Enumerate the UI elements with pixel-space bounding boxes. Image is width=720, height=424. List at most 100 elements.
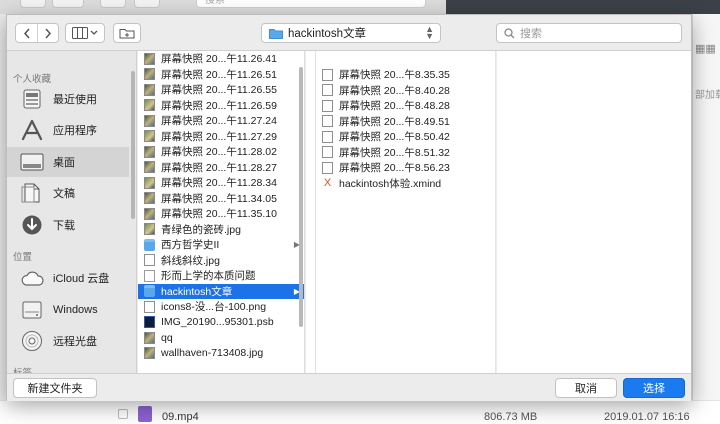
image-thumbnail-icon	[322, 84, 333, 97]
file-name: 形而上学的本质问题	[161, 270, 256, 283]
background-view-button	[20, 0, 46, 8]
sidebar-item-applications[interactable]: 应用程序	[7, 115, 129, 145]
file-row[interactable]: 屏幕快照 20...午8.50.42	[316, 129, 495, 145]
file-row[interactable]: 形而上学的本质问题	[138, 268, 304, 284]
file-name: 斜线斜纹.jpg	[161, 254, 220, 267]
background-file-row: 09.mp4 806.73 MB 2019.01.07 16:16	[0, 400, 720, 424]
background-right-pane: ▦▦ 部加载	[692, 14, 720, 400]
sidebar-item-label: 文稿	[53, 188, 75, 200]
file-row[interactable]: 屏幕快照 20...午11.26.41	[138, 51, 304, 67]
browser-column-2: 屏幕快照 20...午8.35.35 屏幕快照 20...午8.40.28 屏幕快照…	[316, 51, 496, 373]
sidebar-item-documents[interactable]: 文稿	[7, 178, 129, 208]
background-search-field: 搜索	[196, 0, 426, 8]
file-row[interactable]: 屏幕快照 20...午11.34.05	[138, 191, 304, 207]
folder-row[interactable]: 西方哲学史II ▶	[138, 237, 304, 253]
file-name: 屏幕快照 20...午8.56.23	[339, 162, 450, 175]
sidebar-section-tags: 标签	[13, 365, 32, 373]
background-side-label: 部加载	[695, 90, 720, 101]
back-button[interactable]	[16, 24, 37, 42]
file-row[interactable]: 屏幕快照 20...午11.35.10	[138, 206, 304, 222]
file-row[interactable]: 屏幕快照 20...午11.28.34	[138, 175, 304, 191]
file-row[interactable]: 屏幕快照 20...午11.27.29	[138, 129, 304, 145]
folder-row[interactable]: hackintosh文章 ▶	[138, 283, 304, 299]
image-thumbnail-icon	[322, 130, 333, 143]
file-name: 青绿色的瓷砖.jpg	[161, 223, 241, 236]
image-thumbnail-icon	[144, 223, 155, 236]
file-row[interactable]: 屏幕快照 20...午8.40.28	[316, 83, 495, 99]
file-row[interactable]: 屏幕快照 20...午11.27.24	[138, 113, 304, 129]
sidebar-item-label: 远程光盘	[53, 336, 97, 348]
sidebar-scrollbar[interactable]	[131, 71, 135, 219]
view-mode-button[interactable]	[65, 23, 105, 43]
file-row[interactable]: Xhackintosh体验.xmind	[316, 176, 495, 192]
sidebar: 个人收藏 最近使用 应用程序 桌面 文稿 下载 位置 iCloud 云盘 Win…	[7, 51, 137, 373]
file-name: 屏幕快照 20...午11.28.02	[161, 146, 277, 159]
columns-view-icon	[72, 27, 98, 39]
sidebar-item-windows[interactable]: Windows	[7, 295, 129, 325]
folder-icon	[144, 285, 155, 298]
sidebar-item-remote-disc[interactable]: 远程光盘	[7, 326, 129, 356]
recents-icon	[19, 87, 45, 111]
image-thumbnail-icon	[144, 52, 155, 65]
folder-icon	[269, 28, 283, 39]
image-thumbnail-icon	[144, 68, 155, 81]
background-row-date: 2019.01.07 16:16	[604, 411, 690, 423]
sidebar-item-recents[interactable]: 最近使用	[7, 84, 129, 114]
location-label: hackintosh文章	[288, 28, 366, 40]
file-row[interactable]: IMG_20190...95301.psb	[138, 315, 304, 331]
file-row[interactable]: 屏幕快照 20...午11.26.51	[138, 67, 304, 83]
file-row[interactable]: 屏幕快照 20...午8.49.51	[316, 114, 495, 130]
file-row[interactable]: 屏幕快照 20...午8.48.28	[316, 98, 495, 114]
file-row[interactable]: 屏幕快照 20...午11.26.59	[138, 98, 304, 114]
file-name: 屏幕快照 20...午11.28.34	[161, 177, 277, 190]
file-name: 屏幕快照 20...午8.35.35	[339, 69, 450, 82]
navigation-buttons	[15, 23, 59, 43]
file-name: 屏幕快照 20...午8.49.51	[339, 115, 450, 128]
file-row[interactable]: 屏幕快照 20...午8.56.23	[316, 160, 495, 176]
file-name: 屏幕快照 20...午11.35.10	[161, 208, 277, 221]
file-name: 屏幕快照 20...午11.26.59	[161, 99, 277, 112]
documents-icon	[19, 181, 45, 205]
sidebar-section-favorites: 个人收藏	[13, 74, 52, 85]
choose-button[interactable]: 选择	[623, 378, 685, 398]
file-name: 屏幕快照 20...午11.26.55	[161, 84, 277, 97]
image-thumbnail-icon	[144, 176, 155, 189]
sidebar-item-label: 最近使用	[53, 94, 97, 106]
file-row[interactable]: 屏幕快照 20...午11.28.02	[138, 144, 304, 160]
file-row[interactable]: icons8-没...台-100.png	[138, 299, 304, 315]
file-row[interactable]: 斜线斜纹.jpg	[138, 253, 304, 269]
location-popup[interactable]: hackintosh文章 ▲ ▼	[261, 23, 441, 43]
sidebar-item-label: 下载	[53, 220, 75, 232]
file-row[interactable]: 屏幕快照 20...午8.51.32	[316, 145, 495, 161]
sidebar-section-locations: 位置	[13, 252, 33, 263]
new-folder-toolbar-button[interactable]	[113, 23, 141, 43]
desktop-icon	[19, 150, 45, 174]
forward-button[interactable]	[37, 24, 58, 42]
sidebar-item-label: 应用程序	[53, 125, 97, 137]
image-thumbnail-icon	[322, 68, 333, 81]
grid-view-icon: ▦▦	[695, 43, 716, 55]
drive-icon	[19, 298, 45, 322]
image-thumbnail-icon	[144, 114, 155, 127]
file-name: 屏幕快照 20...午8.50.42	[339, 131, 450, 144]
file-row[interactable]: 青绿色的瓷砖.jpg	[138, 222, 304, 238]
sidebar-item-desktop[interactable]: 桌面	[7, 147, 129, 177]
background-row-name: 09.mp4	[162, 411, 199, 423]
file-name: hackintosh文章	[161, 285, 233, 298]
file-row[interactable]: qq	[138, 330, 304, 346]
file-row[interactable]: 屏幕快照 20...午8.35.35	[316, 67, 495, 83]
sidebar-item-icloud[interactable]: iCloud 云盘	[7, 263, 129, 293]
disc-icon	[19, 329, 45, 353]
file-row[interactable]: 屏幕快照 20...午11.26.55	[138, 82, 304, 98]
search-field[interactable]: 搜索	[496, 23, 682, 43]
file-row[interactable]: 屏幕快照 20...午11.28.27	[138, 160, 304, 176]
file-name: hackintosh体验.xmind	[339, 177, 442, 190]
file-row[interactable]: wallhaven-713408.jpg	[138, 346, 304, 362]
image-thumbnail-icon	[322, 161, 333, 174]
new-folder-button[interactable]: 新建文件夹	[13, 378, 97, 398]
cancel-button[interactable]: 取消	[555, 378, 617, 398]
sidebar-item-downloads[interactable]: 下载	[7, 210, 129, 240]
background-gear-button	[52, 0, 84, 8]
document-icon	[144, 269, 155, 282]
column-1-scrollbar[interactable]	[299, 67, 303, 327]
